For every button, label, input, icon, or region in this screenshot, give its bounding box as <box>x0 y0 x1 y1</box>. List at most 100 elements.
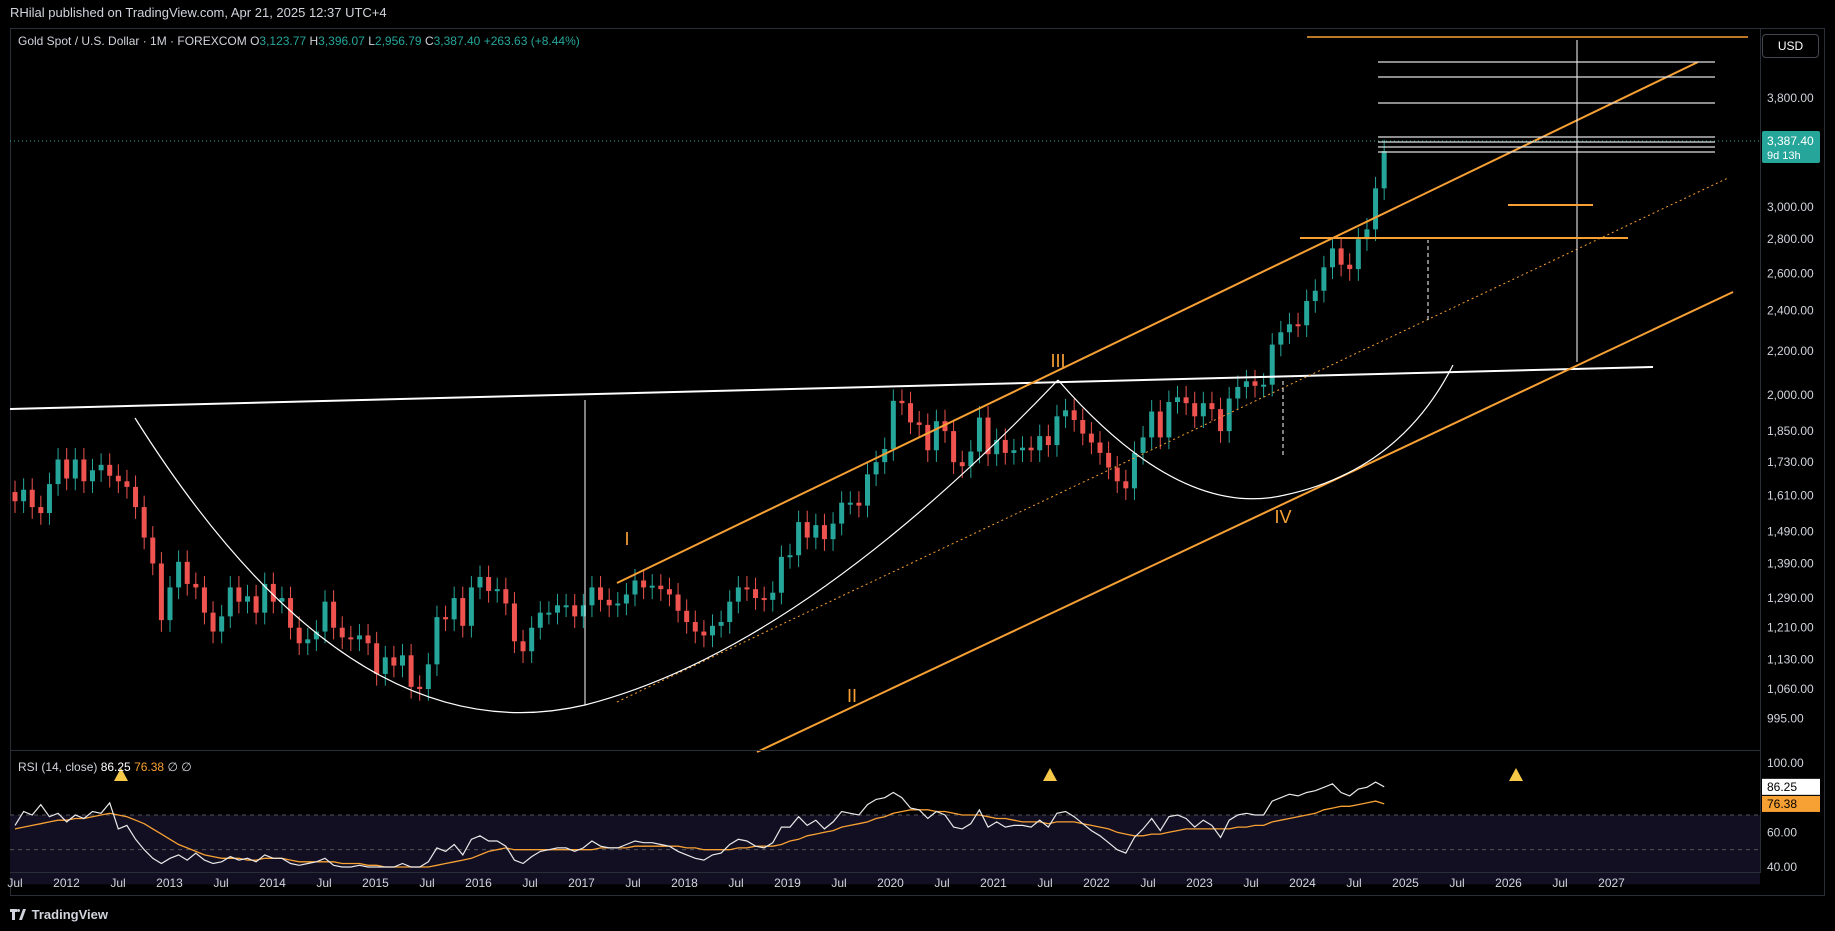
time-tick-label: Jul <box>1449 876 1464 890</box>
candle-body <box>408 655 414 687</box>
time-tick-label: 2012 <box>53 876 80 890</box>
time-tick-label: Jul <box>1037 876 1052 890</box>
candle-body <box>1252 381 1258 386</box>
wave-label-IV: IV <box>1274 507 1291 527</box>
time-tick-label: Jul <box>522 876 537 890</box>
wave-label-I: I <box>624 529 629 549</box>
candle-body <box>847 502 853 505</box>
candle-body <box>245 596 250 602</box>
candle-body <box>434 617 440 665</box>
candle-body <box>511 603 517 642</box>
candle-body <box>701 631 707 636</box>
candle-body <box>1106 452 1112 468</box>
candle-body <box>555 605 560 613</box>
close-value: 3,387.40 <box>433 34 481 48</box>
countdown-value: 9d 13h <box>1767 150 1801 162</box>
symbol-label: Gold Spot / U.S. Dollar · 1M · FOREXCOM <box>18 34 247 48</box>
candle-body <box>477 577 483 588</box>
candle-body <box>236 587 242 602</box>
warning-icon-2025 <box>1509 768 1523 781</box>
candle-body <box>1338 248 1344 265</box>
candle-body <box>356 635 362 640</box>
candle-body <box>1200 403 1206 417</box>
candle-body <box>1321 267 1327 291</box>
channel-lower-line <box>756 291 1734 753</box>
candle-body <box>1304 301 1310 326</box>
time-tick-label: Jul <box>728 876 743 890</box>
candle-body <box>382 657 388 674</box>
candle-body <box>735 587 741 602</box>
candle-body <box>150 537 156 564</box>
rsi-pane <box>10 768 1760 885</box>
candle-body <box>400 655 405 666</box>
candle-body <box>839 502 845 524</box>
currency-button[interactable]: USD <box>1762 34 1819 58</box>
candle-body <box>951 431 957 463</box>
candle-body <box>1045 436 1051 446</box>
candle-body <box>1140 437 1146 453</box>
low-value: 2,956.79 <box>374 34 422 48</box>
tradingview-logo-icon <box>10 909 26 920</box>
candle-body <box>1097 442 1103 453</box>
candle-body <box>46 484 52 514</box>
price-chart[interactable]: IIIIIIIV 3,800.003,000.002,800.002,600.0… <box>0 0 1835 931</box>
price-tick-label: 2,800.00 <box>1767 232 1814 246</box>
candle-body <box>253 596 259 613</box>
candle-body <box>770 592 776 600</box>
rsi-tick-label: 100.00 <box>1767 756 1804 770</box>
time-tick-label: Jul <box>1552 876 1567 890</box>
candle-body <box>899 400 905 404</box>
candle-body <box>606 599 612 606</box>
time-tick-label: 2017 <box>568 876 595 890</box>
candle-body <box>598 587 604 600</box>
time-tick-label: 2027 <box>1598 876 1625 890</box>
wave-label-III: III <box>1050 351 1065 371</box>
candle-body <box>1192 403 1198 417</box>
candle-body <box>615 603 621 606</box>
candle-body <box>666 589 672 595</box>
candle-body <box>98 464 104 471</box>
candle-body <box>451 598 457 620</box>
candle-body <box>1149 411 1155 438</box>
candle-body <box>1269 344 1275 385</box>
candle-body <box>787 555 793 558</box>
candle-body <box>710 625 715 636</box>
candle-body <box>537 612 543 628</box>
candle-body <box>72 459 78 479</box>
candle-body <box>90 470 95 482</box>
price-tick-label: 1,290.00 <box>1767 591 1814 605</box>
rsi-legend: RSI (14, close) 86.25 76.38 ∅ ∅ <box>18 760 192 774</box>
candle-body <box>227 587 233 617</box>
channel-upper-line <box>616 61 1699 584</box>
rsi-value-tag-text: 86.25 <box>1767 780 1797 794</box>
price-tick-label: 1,390.00 <box>1767 556 1814 570</box>
candle-body <box>546 612 552 615</box>
candle-body <box>830 523 836 540</box>
change-value: +263.63 (+8.44%) <box>483 34 580 48</box>
candle-body <box>55 459 61 485</box>
candle-body <box>339 627 345 638</box>
candle-body <box>520 641 526 652</box>
price-tick-label: 3,000.00 <box>1767 200 1814 214</box>
price-tick-label: 2,600.00 <box>1767 267 1814 281</box>
time-tick-label: Jul <box>1243 876 1258 890</box>
candle-body <box>675 594 681 611</box>
candle-body <box>494 589 500 592</box>
close-label: C <box>424 34 434 48</box>
last-price-value: 3,387.40 <box>1767 134 1814 148</box>
candle-body <box>916 422 922 425</box>
price-tick-label: 2,200.00 <box>1767 344 1814 358</box>
candle-body <box>503 589 509 604</box>
candle-body <box>1166 401 1172 438</box>
candle-body <box>1175 397 1180 402</box>
price-tick-label: 1,060.00 <box>1767 682 1814 696</box>
tradingview-logo: TradingView <box>10 907 108 922</box>
candle-body <box>641 580 647 588</box>
time-tick-label: 2020 <box>877 876 904 890</box>
candle-body <box>1381 151 1387 189</box>
time-tick-label: 2022 <box>1083 876 1110 890</box>
candle-body <box>1037 436 1043 451</box>
time-tick-label: Jul <box>1140 876 1155 890</box>
candle-body <box>718 622 724 626</box>
candle-body <box>124 481 130 487</box>
